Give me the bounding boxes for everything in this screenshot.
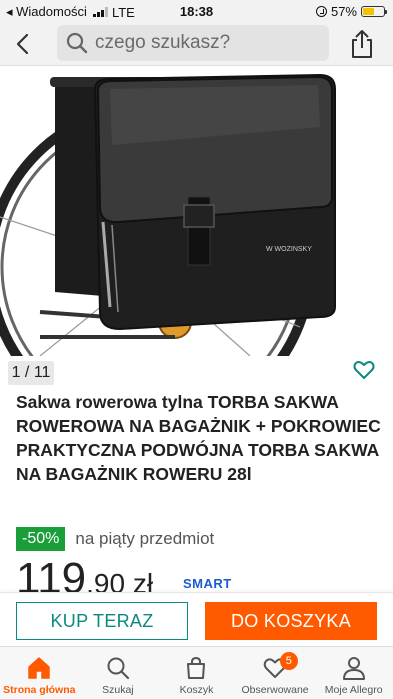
favorite-button[interactable]	[352, 358, 376, 382]
bag-brand-logo: W WOZINSKY	[266, 246, 312, 253]
buy-now-button[interactable]: KUP TERAZ	[16, 602, 188, 640]
product-title: Sakwa rowerowa tylna TORBA SAKWA ROWEROW…	[16, 392, 381, 484]
price-main: 119	[16, 557, 87, 593]
tab-search-label: Szukaj	[102, 684, 134, 696]
price: 119,90 zł	[16, 557, 153, 593]
tab-cart-label: Koszyk	[179, 684, 214, 696]
product-photo: W WOZINSKY	[0, 73, 336, 356]
discount-badge: -50%	[16, 527, 66, 551]
battery-percent: 57%	[330, 4, 357, 19]
search-bar[interactable]	[57, 25, 329, 61]
tab-my-allegro-label: Moje Allegro	[324, 684, 383, 696]
user-icon	[342, 657, 365, 680]
share-icon	[352, 30, 372, 58]
tab-cart[interactable]: Koszyk	[157, 647, 236, 699]
top-bar	[0, 22, 393, 66]
status-right: 57%	[315, 4, 387, 19]
search-icon	[66, 32, 88, 54]
heart-icon	[353, 361, 375, 379]
product-image[interactable]: W WOZINSKY	[0, 67, 393, 356]
tab-my-allegro[interactable]: Moje Allegro	[314, 647, 393, 699]
home-icon	[28, 657, 51, 679]
share-button[interactable]	[348, 29, 376, 59]
add-to-cart-button[interactable]: DO KOSZYKA	[205, 602, 377, 640]
price-rest: ,90 zł	[86, 568, 154, 593]
tab-search[interactable]: Szukaj	[79, 647, 158, 699]
chevron-left-icon	[16, 33, 29, 55]
promo-row: -50% na piąty przedmiot	[16, 527, 214, 551]
image-counter: 1 / 11	[8, 361, 54, 385]
tab-home-label: Strona główna	[3, 684, 76, 696]
watched-count-badge: 5	[279, 652, 298, 670]
smart-badge: SMART	[183, 576, 232, 591]
tab-home[interactable]: Strona główna	[0, 647, 79, 699]
promo-text: na piąty przedmiot	[75, 529, 215, 548]
action-bar: KUP TERAZ DO KOSZYKA	[0, 592, 393, 646]
battery-icon	[361, 6, 387, 17]
back-button[interactable]	[10, 30, 38, 58]
search-input[interactable]	[95, 32, 315, 54]
tab-watched-label: Obserwowane	[241, 684, 309, 696]
battery-level	[363, 8, 375, 15]
bottom-tab-bar: Strona główna Szukaj Koszyk 5 Obserwowan…	[0, 646, 393, 699]
status-bar: ◂ Wiadomości LTE 18:38 57%	[0, 0, 393, 22]
tab-watched[interactable]: 5 Obserwowane	[236, 647, 315, 699]
rotation-lock-icon	[315, 6, 327, 17]
search-icon	[107, 657, 129, 680]
cart-icon	[187, 656, 206, 679]
